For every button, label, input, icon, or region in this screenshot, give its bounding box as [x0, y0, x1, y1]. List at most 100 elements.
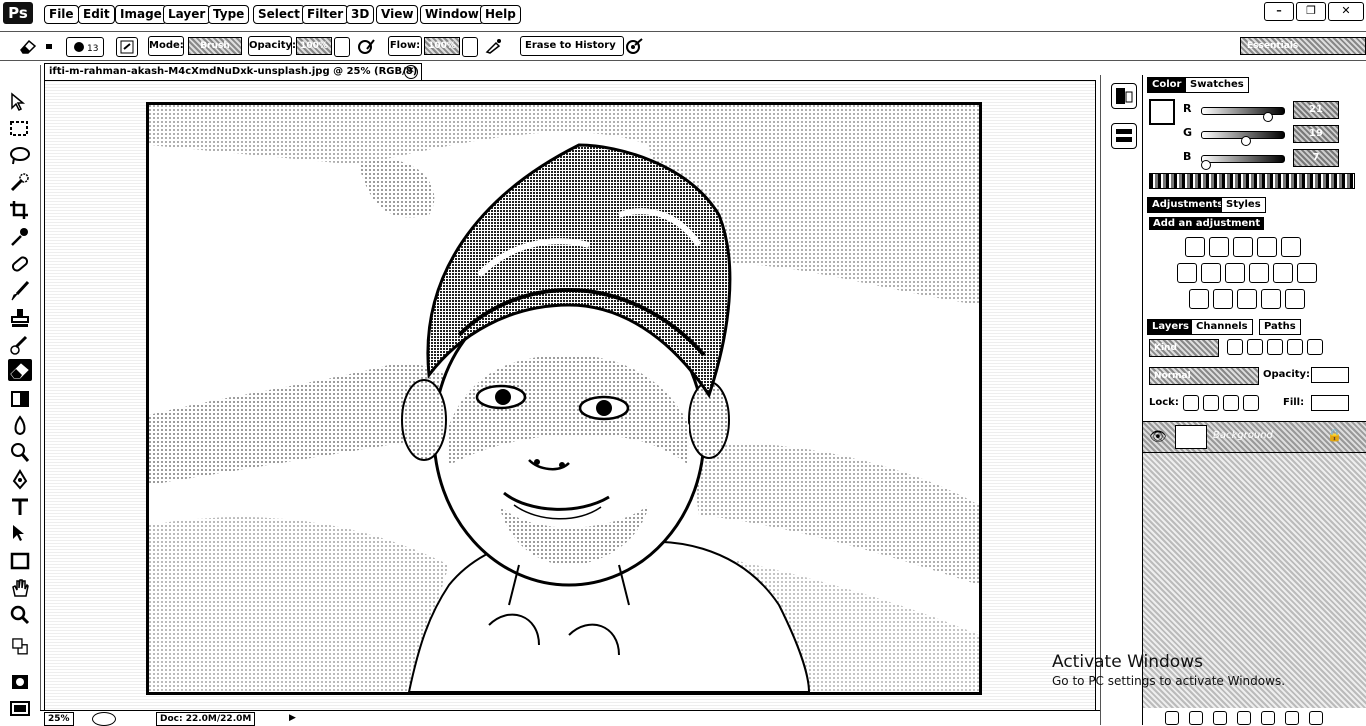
blue-slider-knob[interactable]	[1201, 160, 1211, 170]
menu-window[interactable]: Window	[420, 5, 484, 24]
history-panel-icon[interactable]	[1111, 83, 1137, 109]
foreground-color-swatch[interactable]	[1149, 99, 1175, 125]
eraser-tool-active-icon[interactable]	[8, 359, 32, 381]
lock-pixels-icon[interactable]	[1203, 395, 1219, 411]
eyedropper-tool-icon[interactable]	[8, 226, 32, 248]
fill-input[interactable]	[1311, 395, 1349, 411]
hue-saturation-icon[interactable]	[1177, 263, 1197, 283]
blue-value-input[interactable]: 7	[1293, 149, 1339, 167]
zoom-level[interactable]: 25%	[44, 712, 74, 726]
posterize-icon[interactable]	[1213, 289, 1233, 309]
blue-slider[interactable]	[1201, 155, 1285, 163]
type-tool-icon[interactable]	[8, 496, 32, 518]
curves-icon[interactable]	[1233, 237, 1253, 257]
lock-position-icon[interactable]	[1223, 395, 1239, 411]
airbrush-icon[interactable]	[484, 37, 504, 55]
pen-tool-icon[interactable]	[8, 469, 32, 491]
link-layers-icon[interactable]	[1165, 711, 1179, 725]
lasso-tool-icon[interactable]	[8, 145, 32, 167]
menu-layer[interactable]: Layer	[163, 5, 211, 24]
document-tab[interactable]: ifti-m-rahman-akash-M4cXmdNuDxk-unsplash…	[44, 63, 422, 81]
pressure-opacity-icon[interactable]	[356, 37, 376, 55]
status-menu-arrow-icon[interactable]: ▶	[286, 712, 300, 724]
green-value-input[interactable]: 19	[1293, 125, 1339, 143]
screen-mode-icon[interactable]	[8, 697, 32, 719]
filter-adjustment-icon[interactable]	[1247, 339, 1263, 355]
levels-icon[interactable]	[1209, 237, 1229, 257]
menu-3d[interactable]: 3D	[346, 5, 375, 24]
menu-filter[interactable]: Filter	[302, 5, 349, 24]
brightness-icon[interactable]	[1185, 237, 1205, 257]
dodge-tool-icon[interactable]	[8, 442, 32, 464]
menu-view[interactable]: View	[376, 5, 419, 24]
lock-transparency-icon[interactable]	[1183, 395, 1199, 411]
layer-kind-filter[interactable]: Kind	[1149, 339, 1219, 357]
tool-preset-dropdown-icon[interactable]	[44, 37, 54, 55]
flow-slider-toggle-icon[interactable]	[462, 37, 478, 57]
tab-layers[interactable]: Layers	[1147, 319, 1194, 335]
add-mask-icon[interactable]	[1213, 711, 1227, 725]
close-document-icon[interactable]: ✕	[404, 65, 418, 79]
selective-color-icon[interactable]	[1261, 289, 1281, 309]
restore-button[interactable]: ❐	[1296, 2, 1326, 21]
color-spectrum-bar[interactable]	[1149, 173, 1355, 189]
blur-tool-icon[interactable]	[8, 415, 32, 437]
new-adjustment-layer-icon[interactable]	[1237, 711, 1251, 725]
filter-pixel-icon[interactable]	[1227, 339, 1243, 355]
flow-input[interactable]: 100%	[424, 37, 460, 55]
erase-to-history-checkbox[interactable]: Erase to History	[520, 36, 624, 56]
photo-filter-icon[interactable]	[1249, 263, 1269, 283]
black-white-icon[interactable]	[1225, 263, 1245, 283]
red-value-input[interactable]: 21	[1293, 101, 1339, 119]
threshold-icon[interactable]	[1237, 289, 1257, 309]
history-brush-tool-icon[interactable]	[8, 334, 32, 356]
lock-all-icon[interactable]	[1243, 395, 1259, 411]
share-icon[interactable]	[92, 712, 116, 726]
layer-opacity-input[interactable]	[1311, 367, 1349, 383]
layer-style-icon[interactable]	[1189, 711, 1203, 725]
minimize-button[interactable]: –	[1264, 2, 1294, 21]
new-group-icon[interactable]	[1261, 711, 1275, 725]
color-lookup-icon[interactable]	[1297, 263, 1317, 283]
mode-dropdown[interactable]: Brush	[188, 37, 242, 55]
opacity-input[interactable]: 100%	[296, 37, 332, 55]
delete-layer-icon[interactable]	[1309, 711, 1323, 725]
channel-mixer-icon[interactable]	[1273, 263, 1293, 283]
pressure-size-icon[interactable]	[624, 37, 644, 55]
healing-brush-tool-icon[interactable]	[8, 253, 32, 275]
color-balance-icon[interactable]	[1201, 263, 1221, 283]
green-slider-knob[interactable]	[1241, 136, 1251, 146]
rectangle-tool-icon[interactable]	[8, 550, 32, 572]
gradient-tool-icon[interactable]	[8, 388, 32, 410]
move-tool-icon[interactable]	[8, 91, 32, 113]
tab-channels[interactable]: Channels	[1191, 319, 1253, 335]
brush-panel-toggle-icon[interactable]	[116, 37, 138, 57]
menu-help[interactable]: Help	[480, 5, 521, 24]
new-layer-icon[interactable]	[1285, 711, 1299, 725]
clone-stamp-tool-icon[interactable]	[8, 307, 32, 329]
menu-image[interactable]: Image	[115, 5, 167, 24]
brush-preset-picker[interactable]: 13	[66, 37, 104, 57]
gradient-map-icon[interactable]	[1285, 289, 1305, 309]
properties-panel-icon[interactable]	[1111, 123, 1137, 149]
invert-icon[interactable]	[1189, 289, 1209, 309]
eraser-tool-icon[interactable]	[18, 37, 38, 55]
tab-adjustments[interactable]: Adjustments	[1147, 197, 1229, 213]
tab-styles[interactable]: Styles	[1221, 197, 1266, 213]
filter-shape-icon[interactable]	[1287, 339, 1303, 355]
red-slider-knob[interactable]	[1263, 112, 1273, 122]
path-selection-tool-icon[interactable]	[8, 523, 32, 545]
zoom-tool-icon[interactable]	[8, 604, 32, 626]
marquee-tool-icon[interactable]	[8, 118, 32, 140]
vibrance-icon[interactable]	[1281, 237, 1301, 257]
exposure-icon[interactable]	[1257, 237, 1277, 257]
crop-tool-icon[interactable]	[8, 199, 32, 221]
tab-paths[interactable]: Paths	[1259, 319, 1301, 335]
quick-selection-tool-icon[interactable]	[8, 172, 32, 194]
filter-type-icon[interactable]	[1267, 339, 1283, 355]
brush-tool-icon[interactable]	[8, 280, 32, 302]
image-canvas[interactable]	[146, 102, 982, 695]
menu-type[interactable]: Type	[208, 5, 250, 24]
close-window-button[interactable]: ✕	[1328, 2, 1364, 21]
blend-mode-dropdown[interactable]: Normal	[1149, 367, 1259, 385]
